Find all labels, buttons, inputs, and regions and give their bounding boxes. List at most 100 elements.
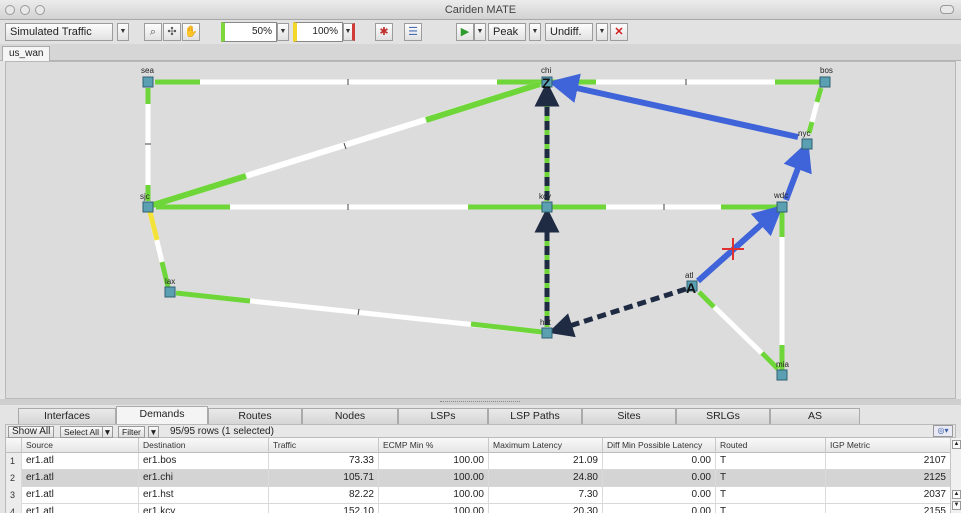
utilization-threshold-high[interactable]: 100%: [293, 22, 343, 42]
source-cell[interactable]: er1.atl: [22, 487, 139, 504]
routed-cell[interactable]: T: [716, 470, 826, 487]
diff-min-latency-cell[interactable]: 0.00: [603, 453, 716, 470]
destination-cell[interactable]: er1.hst: [139, 487, 269, 504]
traffic-mode-select[interactable]: Simulated Traffic: [5, 23, 113, 41]
traffic-mode-dropdown[interactable]: ▼: [117, 23, 129, 41]
column-header[interactable]: Routed: [716, 438, 826, 453]
pane-splitter[interactable]: [0, 399, 961, 405]
circuit-sjc-chi[interactable]: [152, 81, 541, 208]
tab-nodes[interactable]: Nodes: [302, 408, 398, 425]
tab-routes[interactable]: Routes: [208, 408, 302, 425]
column-header[interactable]: IGP Metric: [826, 438, 950, 453]
close-plot-icon[interactable]: ✕: [610, 23, 628, 41]
show-all-button[interactable]: Show All: [8, 426, 55, 438]
max-latency-cell[interactable]: 20.30: [489, 504, 603, 513]
circuit-sea-chi[interactable]: [155, 79, 542, 85]
column-header[interactable]: Source: [22, 438, 139, 453]
traffic-cell[interactable]: 105.71: [269, 470, 379, 487]
filter-dropdown[interactable]: ▼: [148, 426, 159, 438]
table-row[interactable]: 1 er1.atl er1.bos 73.33 100.00 21.09 0.0…: [6, 453, 950, 470]
column-header[interactable]: Traffic: [269, 438, 379, 453]
simulation-dropdown[interactable]: ▼: [474, 23, 486, 41]
node-sjc[interactable]: sjc: [140, 192, 154, 213]
select-all-dropdown[interactable]: ▼: [102, 426, 113, 438]
node-lax[interactable]: lax: [164, 277, 176, 298]
table-settings-icon[interactable]: ◎▾: [933, 425, 953, 437]
diff-min-latency-cell[interactable]: 0.00: [603, 470, 716, 487]
circuit-sjc-lax[interactable]: [147, 211, 171, 288]
node-sea[interactable]: sea: [141, 66, 154, 88]
pan-hand-icon[interactable]: ✋: [182, 23, 200, 41]
source-cell[interactable]: er1.atl: [22, 453, 139, 470]
tab-sites[interactable]: Sites: [582, 408, 676, 425]
tab-interfaces[interactable]: Interfaces: [18, 408, 116, 425]
lsp-hop-wdc-nyc[interactable]: [783, 140, 812, 202]
igp-metric-cell[interactable]: 2037: [826, 487, 950, 504]
source-cell[interactable]: er1.atl: [22, 470, 139, 487]
max-latency-cell[interactable]: 21.09: [489, 453, 603, 470]
scroll-down-arrow-icon[interactable]: ▼: [952, 501, 961, 510]
scroll-up-arrow-icon[interactable]: ▲: [952, 440, 961, 449]
diff-min-latency-cell[interactable]: 0.00: [603, 504, 716, 513]
circuit-kcy-wdc[interactable]: [551, 204, 777, 210]
network-map[interactable]: sea chi bos nyc sjc kcy wdc lax atl hst …: [5, 61, 956, 399]
traffic-cell[interactable]: 73.33: [269, 453, 379, 470]
scroll-up-arrow-icon[interactable]: ▲: [952, 490, 961, 499]
column-header[interactable]: Maximum Latency: [489, 438, 603, 453]
circuit-sea-sjc[interactable]: [145, 88, 151, 201]
tab-srlgs[interactable]: SRLGs: [676, 408, 770, 425]
tab-as[interactable]: AS: [770, 408, 860, 425]
peak-dropdown[interactable]: ▼: [529, 23, 541, 41]
ecmp-cell[interactable]: 100.00: [379, 487, 489, 504]
zoom-icon[interactable]: ⌕: [144, 23, 162, 41]
fit-view-icon[interactable]: ✣: [163, 23, 181, 41]
destination-cell[interactable]: er1.kcy: [139, 504, 269, 513]
routed-cell[interactable]: T: [716, 453, 826, 470]
filter-button[interactable]: Filter: [118, 426, 145, 438]
diff-min-latency-cell[interactable]: 0.00: [603, 487, 716, 504]
routed-cell[interactable]: T: [716, 487, 826, 504]
igp-metric-cell[interactable]: 2155: [826, 504, 950, 513]
node-bos[interactable]: bos: [819, 66, 833, 88]
traffic-cell[interactable]: 82.22: [269, 487, 379, 504]
max-latency-cell[interactable]: 7.30: [489, 487, 603, 504]
lsp-hop-atl-hst[interactable]: [548, 286, 687, 338]
igp-metric-cell[interactable]: 2107: [826, 453, 950, 470]
circuit-sjc-kcy[interactable]: [156, 204, 542, 210]
table-row[interactable]: 4 er1.atl er1.kcy 152.10 100.00 20.30 0.…: [6, 504, 950, 513]
tab-lsp-paths[interactable]: LSP Paths: [488, 408, 582, 425]
max-latency-cell[interactable]: 24.80: [489, 470, 603, 487]
legend-icon[interactable]: ☰: [404, 23, 422, 41]
tab-demands[interactable]: Demands: [116, 406, 208, 425]
select-all-button[interactable]: Select All: [60, 426, 103, 438]
play-simulation-icon[interactable]: ▶: [456, 23, 474, 41]
routed-cell[interactable]: T: [716, 504, 826, 513]
destination-cell[interactable]: er1.bos: [139, 453, 269, 470]
tab-us-wan[interactable]: us_wan: [2, 46, 51, 61]
circuit-bos-nyc[interactable]: [806, 87, 824, 134]
column-header[interactable]: ECMP Min %: [379, 438, 489, 453]
column-header[interactable]: Diff Min Possible Latency: [603, 438, 716, 453]
ecmp-cell[interactable]: 100.00: [379, 453, 489, 470]
lsp-hop-nyc-chi[interactable]: [548, 73, 799, 140]
circuit-atl-mia[interactable]: [697, 290, 780, 371]
threshold-low-dropdown[interactable]: ▼: [277, 23, 289, 41]
ecmp-cell[interactable]: 100.00: [379, 470, 489, 487]
tab-lsps[interactable]: LSPs: [398, 408, 488, 425]
table-row[interactable]: 3 er1.atl er1.hst 82.22 100.00 7.30 0.00…: [6, 487, 950, 504]
node-mia[interactable]: mia: [776, 360, 789, 381]
node-nyc[interactable]: nyc: [798, 129, 813, 150]
toolbar-toggle-button[interactable]: [940, 5, 954, 14]
peak-select[interactable]: Peak: [488, 23, 526, 41]
diff-dropdown[interactable]: ▼: [596, 23, 608, 41]
column-header[interactable]: Destination: [139, 438, 269, 453]
node-hst[interactable]: hst: [540, 318, 553, 339]
igp-metric-cell[interactable]: 2125: [826, 470, 950, 487]
ecmp-cell[interactable]: 100.00: [379, 504, 489, 513]
threshold-high-dropdown[interactable]: ▼: [343, 23, 355, 41]
traffic-cell[interactable]: 152.10: [269, 504, 379, 513]
circuit-lax-hst[interactable]: [175, 290, 543, 335]
table-row-selected[interactable]: 2 er1.atl er1.chi 105.71 100.00 24.80 0.…: [6, 470, 950, 487]
destination-cell[interactable]: er1.chi: [139, 470, 269, 487]
utilization-threshold-low[interactable]: 50%: [221, 22, 277, 42]
